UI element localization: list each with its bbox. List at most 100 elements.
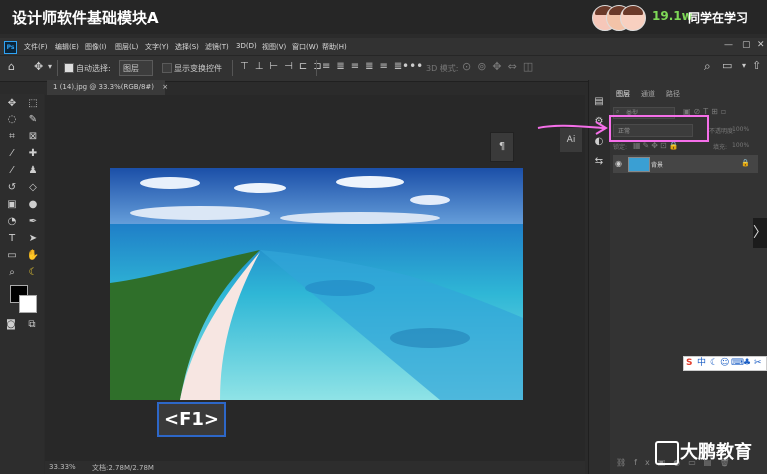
distribute-icons[interactable]: ≡≣≡≣≡≣ (322, 61, 408, 72)
ime-toolbar[interactable]: S 中 ☾ ☺ ⌨ ♣ ✂ (683, 356, 767, 371)
canvas-image[interactable] (110, 168, 523, 400)
skin-icon[interactable]: ♣ (743, 357, 751, 370)
gradient-tool-icon[interactable]: ▣ (5, 198, 19, 212)
course-title: 设计师软件基础模块A (12, 9, 159, 27)
layer-thumbnail (628, 157, 650, 172)
chevron-down-icon[interactable]: ▾ (742, 61, 746, 70)
workspace-icon[interactable]: ▭ (722, 59, 732, 72)
auto-select-dropdown[interactable]: 图层 (119, 60, 153, 76)
quick-select-tool-icon[interactable]: ✎ (26, 113, 40, 127)
eraser-tool-icon[interactable]: ◇ (26, 181, 40, 195)
tab-channels[interactable]: 通道 (641, 89, 655, 99)
zoom-level[interactable]: 33.33% (49, 463, 76, 471)
divider (316, 60, 317, 76)
menu-3d[interactable]: 3D(D) (236, 42, 257, 50)
hand-tool-icon[interactable]: ✋ (26, 249, 40, 263)
menu-view[interactable]: 视图(V) (262, 42, 286, 52)
share-icon[interactable]: ⇧ (752, 59, 761, 72)
visibility-eye-icon[interactable]: ◉ (615, 159, 622, 168)
history-brush-tool-icon[interactable]: ↺ (5, 181, 19, 195)
tools-icon[interactable]: ✂ (754, 357, 762, 370)
lock-icon: 🔒 (741, 159, 750, 167)
move-tool-icon[interactable]: ✥ (5, 97, 19, 111)
mode-3d-label: 3D 模式: (426, 64, 459, 73)
align-icons[interactable]: ⊤⊥⊢⊣⊏⊐ (240, 61, 328, 72)
blur-tool-icon[interactable]: ● (26, 198, 40, 212)
pen-tool-icon[interactable]: ✒ (26, 215, 40, 229)
brush-tool-icon[interactable]: ⁄ (5, 164, 19, 178)
emoji-icon[interactable]: ☺ (720, 357, 729, 370)
avatar (620, 5, 646, 31)
menu-file[interactable]: 文件(F) (24, 42, 48, 52)
auto-select-value: 图层 (123, 64, 139, 73)
dodge-tool-icon[interactable]: ◔ (5, 215, 19, 229)
chevron-down-icon[interactable]: ▾ (48, 62, 52, 71)
show-transform-label: 显示变换控件 (174, 64, 222, 73)
menu-edit[interactable]: 编辑(E) (55, 42, 79, 52)
divider (57, 60, 58, 76)
frame-tool-icon[interactable]: ⊠ (26, 130, 40, 144)
key-hint-overlay: <F1> (157, 402, 226, 437)
more-icon[interactable]: ••• (402, 59, 423, 73)
pointer-arrow-annotation (537, 121, 608, 135)
banana-icon: ☾ (28, 267, 38, 278)
fill-value[interactable]: 100% (732, 142, 749, 149)
highlight-annotation (609, 115, 709, 142)
history-icon[interactable]: ▤ (592, 95, 606, 109)
quick-mask-icon[interactable]: ◙ (4, 318, 18, 332)
opacity-value[interactable]: 100% (732, 126, 749, 133)
document-tab-title: 1 (14).jpg @ 33.3%(RGB/8#) (53, 83, 155, 91)
layer-name[interactable]: 背景 (651, 160, 663, 169)
punctuation-icon[interactable]: ☾ (710, 357, 718, 370)
menu-window[interactable]: 窗口(W) (292, 42, 318, 52)
beach-photo (110, 168, 523, 400)
minimize-icon[interactable]: — (724, 40, 733, 50)
brand-watermark: 大鹏教育 (680, 442, 752, 463)
tab-paths[interactable]: 路径 (666, 89, 680, 99)
learner-avatars (592, 5, 646, 31)
lock-label: 锁定: (613, 144, 628, 151)
show-transform-checkbox[interactable] (162, 63, 172, 73)
marquee-tool-icon[interactable]: ⬚ (26, 97, 40, 111)
close-icon[interactable]: ✕ (757, 40, 765, 50)
menu-image[interactable]: 图像(I) (85, 42, 107, 52)
type-tool-icon[interactable]: T (5, 232, 19, 246)
paragraph-icon[interactable]: ¶ (490, 132, 514, 162)
document-info: 文档:2.78M/2.78M (92, 464, 154, 472)
stamp-tool-icon[interactable]: ♟ (26, 164, 40, 178)
menu-select[interactable]: 选择(S) (175, 42, 199, 52)
move-tool-icon[interactable]: ✥ (34, 60, 43, 73)
menu-filter[interactable]: 滤镜(T) (205, 42, 229, 52)
styles-icon[interactable]: ⇆ (592, 155, 606, 169)
crop-tool-icon[interactable]: ⌗ (5, 130, 19, 144)
screen-mode-icon[interactable]: ⧉ (25, 318, 39, 332)
document-tab[interactable]: 1 (14).jpg @ 33.3%(RGB/8#) × (47, 80, 168, 95)
search-icon[interactable]: ⌕ (704, 59, 711, 74)
lasso-tool-icon[interactable]: ◌ (5, 113, 19, 127)
home-icon[interactable]: ⌂ (8, 60, 15, 73)
3d-mode-icons[interactable]: ⊙⊚✥⇔◫ (462, 60, 539, 73)
learners-count: 19.1w (652, 9, 693, 23)
maximize-icon[interactable]: ▢ (742, 40, 751, 50)
learners-label: 同学在学习 (688, 11, 749, 25)
background-color-swatch[interactable] (19, 295, 37, 313)
healing-tool-icon[interactable]: ✚ (26, 147, 40, 161)
menu-layer[interactable]: 图层(L) (115, 42, 138, 52)
lock-icons[interactable]: ▦✎✥⊡🔒 (633, 141, 681, 150)
auto-select-label: 自动选择: (76, 64, 111, 73)
auto-select-checkbox[interactable] (64, 63, 74, 73)
ime-mode-label[interactable]: 中 (697, 357, 706, 370)
path-select-tool-icon[interactable]: ➤ (26, 232, 40, 246)
zoom-tool-icon[interactable]: ⌕ (5, 266, 19, 280)
divider (232, 60, 233, 76)
rectangle-tool-icon[interactable]: ▭ (5, 249, 19, 263)
status-bar: 33.33% 文档:2.78M/2.78M (45, 461, 585, 474)
fill-label: 填充: (713, 144, 728, 151)
menu-type[interactable]: 文字(Y) (145, 42, 169, 52)
tab-layers[interactable]: 图层 (616, 89, 630, 99)
menu-help[interactable]: 帮助(H) (322, 42, 347, 52)
chevron-right-icon[interactable]: 〉 (753, 218, 767, 248)
close-icon[interactable]: × (162, 83, 168, 91)
sogou-icon[interactable]: S (686, 357, 692, 370)
eyedropper-tool-icon[interactable]: ⁄ (5, 147, 19, 161)
